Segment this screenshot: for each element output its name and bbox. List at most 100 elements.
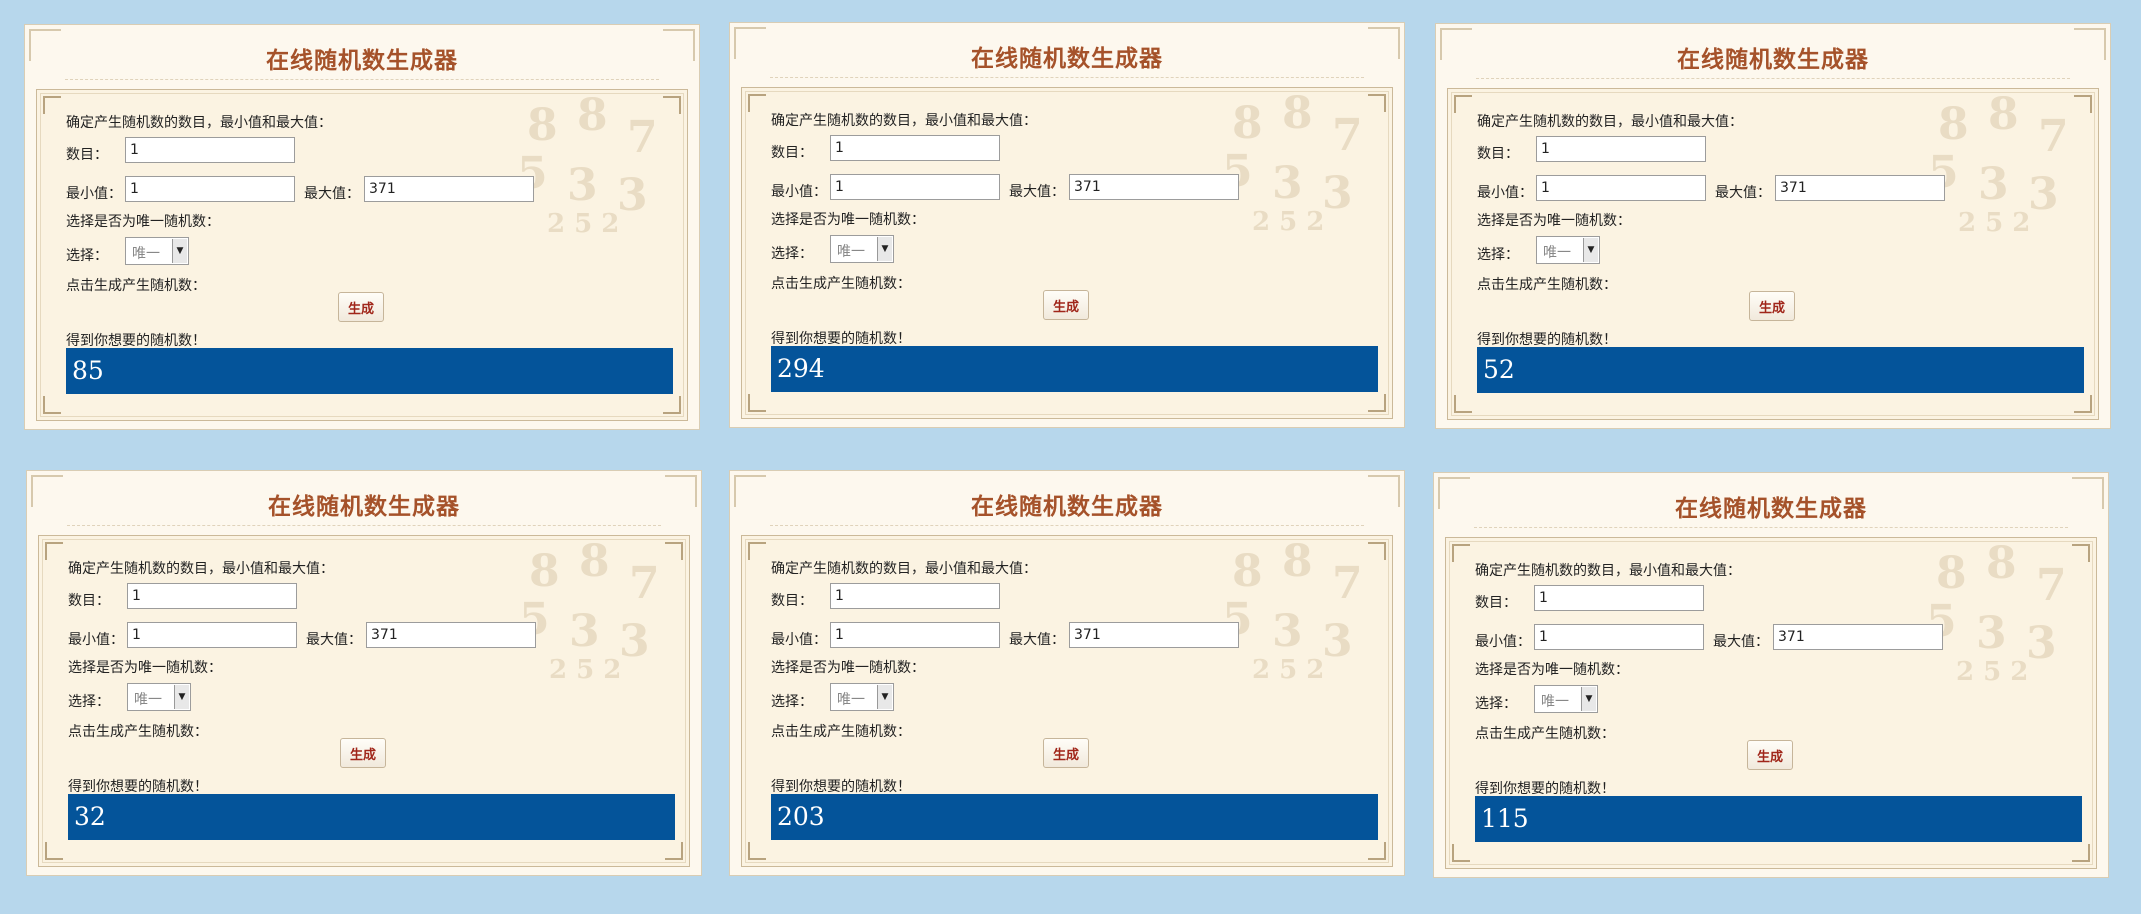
max-label: 最大值： (1715, 185, 1771, 201)
title-divider (1476, 78, 2070, 79)
unique-select[interactable]: 唯一 ▼ (125, 237, 189, 265)
count-label: 数目： (771, 145, 813, 161)
unique-prompt-text: 选择是否为唯一随机数： (771, 212, 925, 228)
title-divider (770, 525, 1364, 526)
generator-panel: 在线随机数生成器 8 8 7 5 3 3 2 5 2 确定产生随机数的数目，最小… (26, 470, 702, 876)
count-field[interactable]: 1 (1534, 585, 1704, 611)
max-field[interactable]: 371 (1069, 174, 1239, 200)
unique-select-value: 唯一 (134, 692, 162, 708)
corner-ornament (663, 396, 681, 414)
click-prompt-text: 点击生成产生随机数： (1475, 726, 1615, 742)
count-label: 数目： (1477, 146, 1519, 162)
click-prompt-text: 点击生成产生随机数： (66, 278, 206, 294)
result-prompt-text: 得到你想要的随机数！ (1477, 332, 1617, 348)
max-label: 最大值： (304, 186, 360, 202)
corner-ornament (665, 542, 683, 560)
max-label: 最大值： (306, 632, 362, 648)
corner-ornament (1452, 544, 1470, 562)
result-prompt-text: 得到你想要的随机数！ (66, 333, 206, 349)
corner-ornament (2074, 395, 2092, 413)
chevron-down-icon[interactable]: ▼ (877, 685, 892, 709)
corner-ornament (748, 394, 766, 412)
corner-ornament (748, 842, 766, 860)
corner-ornament (1368, 842, 1386, 860)
generate-button[interactable]: 生成 (338, 292, 384, 322)
max-field[interactable]: 371 (1069, 622, 1239, 648)
click-prompt-text: 点击生成产生随机数： (771, 724, 911, 740)
unique-select[interactable]: 唯一 ▼ (1534, 685, 1598, 713)
chevron-down-icon[interactable]: ▼ (1581, 687, 1596, 711)
unique-select[interactable]: 唯一 ▼ (127, 683, 191, 711)
form-area: 8 8 7 5 3 3 2 5 2 确定产生随机数的数目，最小值和最大值： 数目… (36, 89, 688, 421)
generate-button[interactable]: 生成 (1043, 290, 1089, 320)
chevron-down-icon[interactable]: ▼ (877, 237, 892, 261)
corner-ornament (663, 96, 681, 114)
corner-ornament (748, 542, 766, 560)
max-field[interactable]: 371 (1773, 624, 1943, 650)
max-field[interactable]: 371 (364, 176, 534, 202)
chevron-down-icon[interactable]: ▼ (1583, 238, 1598, 262)
count-field[interactable]: 1 (830, 583, 1000, 609)
result-display: 32 (68, 794, 675, 840)
unique-select-value: 唯一 (132, 246, 160, 262)
result-display: 52 (1477, 347, 2084, 393)
select-label: 选择： (1477, 247, 1519, 263)
unique-prompt-text: 选择是否为唯一随机数： (68, 660, 222, 676)
page-title: 在线随机数生成器 (971, 494, 1163, 520)
click-prompt-text: 点击生成产生随机数： (771, 276, 911, 292)
generate-button[interactable]: 生成 (1747, 740, 1793, 770)
title-divider (770, 77, 1364, 78)
unique-select[interactable]: 唯一 ▼ (1536, 236, 1600, 264)
min-field[interactable]: 1 (127, 622, 297, 648)
chevron-down-icon[interactable]: ▼ (172, 239, 187, 263)
form-area: 8 8 7 5 3 3 2 5 2 确定产生随机数的数目，最小值和最大值： 数目… (741, 87, 1393, 419)
count-field[interactable]: 1 (125, 137, 295, 163)
chevron-down-icon[interactable]: ▼ (174, 685, 189, 709)
result-prompt-text: 得到你想要的随机数！ (771, 779, 911, 795)
generator-panel: 在线随机数生成器 8 8 7 5 3 3 2 5 2 确定产生随机数的数目，最小… (729, 22, 1405, 428)
unique-select[interactable]: 唯一 ▼ (830, 235, 894, 263)
instruction-text: 确定产生随机数的数目，最小值和最大值： (771, 561, 1037, 577)
min-field[interactable]: 1 (830, 622, 1000, 648)
select-label: 选择： (68, 694, 110, 710)
min-label: 最小值： (771, 632, 827, 648)
result-prompt-text: 得到你想要的随机数！ (1475, 781, 1615, 797)
corner-ornament (2072, 844, 2090, 862)
generate-button[interactable]: 生成 (340, 738, 386, 768)
result-display: 115 (1475, 796, 2082, 842)
generate-button[interactable]: 生成 (1043, 738, 1089, 768)
min-field[interactable]: 1 (125, 176, 295, 202)
instruction-text: 确定产生随机数的数目，最小值和最大值： (66, 115, 332, 131)
unique-select[interactable]: 唯一 ▼ (830, 683, 894, 711)
min-field[interactable]: 1 (830, 174, 1000, 200)
count-label: 数目： (771, 593, 813, 609)
count-label: 数目： (66, 147, 108, 163)
title-divider (67, 525, 661, 526)
corner-ornament (45, 842, 63, 860)
unique-prompt-text: 选择是否为唯一随机数： (771, 660, 925, 676)
max-field[interactable]: 371 (366, 622, 536, 648)
generate-button[interactable]: 生成 (1749, 291, 1795, 321)
count-field[interactable]: 1 (830, 135, 1000, 161)
count-label: 数目： (68, 593, 110, 609)
corner-ornament (1368, 542, 1386, 560)
count-label: 数目： (1475, 595, 1517, 611)
unique-prompt-text: 选择是否为唯一随机数： (1475, 662, 1629, 678)
min-field[interactable]: 1 (1534, 624, 1704, 650)
generator-panel: 在线随机数生成器 8 8 7 5 3 3 2 5 2 确定产生随机数的数目，最小… (1435, 23, 2111, 429)
max-field[interactable]: 371 (1775, 175, 1945, 201)
corner-ornament (45, 542, 63, 560)
max-label: 最大值： (1009, 184, 1065, 200)
count-field[interactable]: 1 (1536, 136, 1706, 162)
title-divider (65, 79, 659, 80)
corner-ornament (748, 94, 766, 112)
instruction-text: 确定产生随机数的数目，最小值和最大值： (68, 561, 334, 577)
min-field[interactable]: 1 (1536, 175, 1706, 201)
min-label: 最小值： (1475, 634, 1531, 650)
generator-panel: 在线随机数生成器 8 8 7 5 3 3 2 5 2 确定产生随机数的数目，最小… (1433, 472, 2109, 878)
corner-ornament (43, 396, 61, 414)
page-title: 在线随机数生成器 (1677, 47, 1869, 73)
unique-select-value: 唯一 (837, 692, 865, 708)
count-field[interactable]: 1 (127, 583, 297, 609)
form-area: 8 8 7 5 3 3 2 5 2 确定产生随机数的数目，最小值和最大值： 数目… (1447, 88, 2099, 420)
